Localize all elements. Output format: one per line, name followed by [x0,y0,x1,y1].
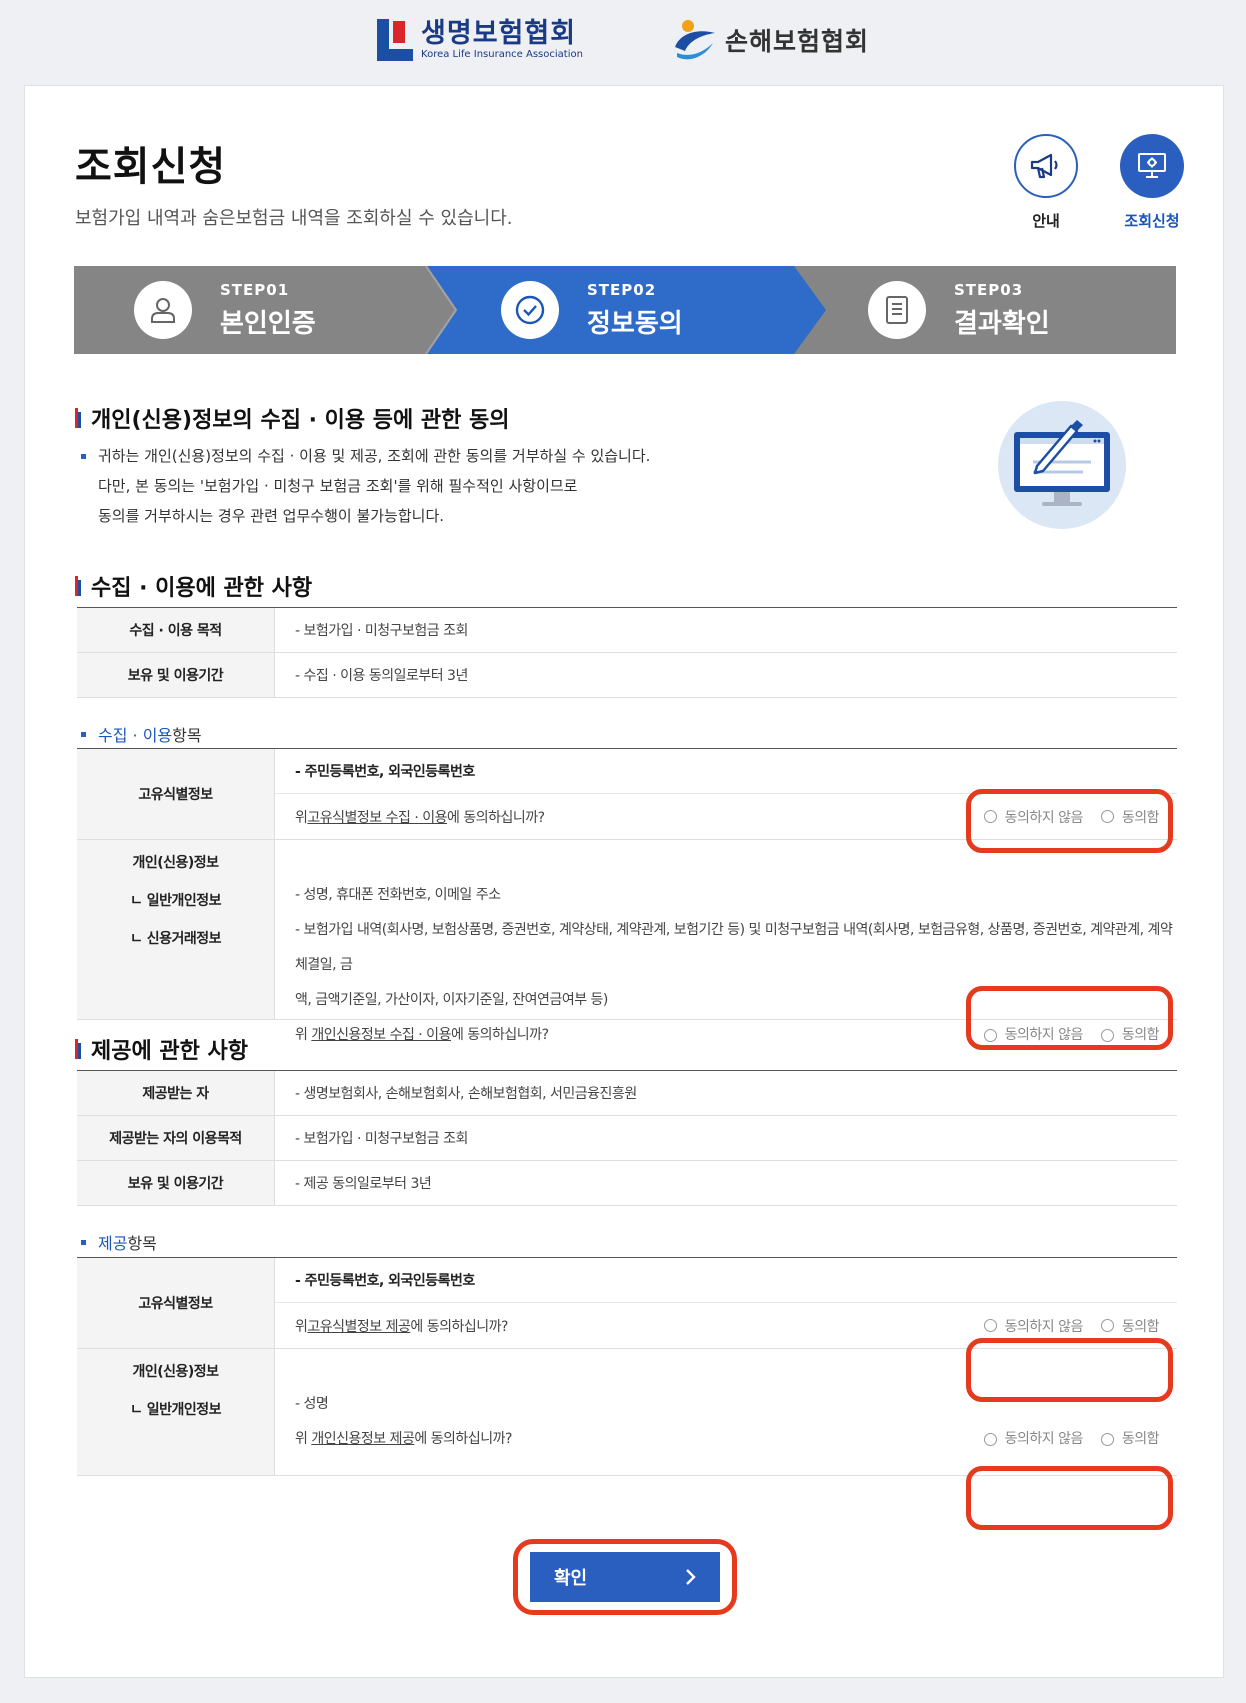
disagree-radio[interactable]: 동의하지 않음 [983,1422,1083,1457]
provide-personal-question: 위 개인신용정보 제공에 동의하십니까? 동의하지 않음 동의함 [295,1422,1177,1457]
step-2: STEP02 정보동의 [501,266,683,354]
table-row: 보유 및 이용기간 - 제공 동의일로부터 3년 [77,1161,1177,1206]
provide-unique-consent: 동의하지 않음 동의함 [983,1316,1177,1336]
table-row: 제공받는 자의 이용목적 - 보험가입 · 미청구보험금 조회 [77,1116,1177,1161]
agree-radio[interactable]: 동의함 [1100,1316,1160,1336]
disagree-radio[interactable]: 동의하지 않음 [983,1316,1083,1336]
radio-icon[interactable] [983,1319,997,1332]
provide-heading: 제공에 관한 사항 [75,1033,248,1065]
table-row: 고유식별정보 - 주민등록번호, 외국인등록번호 위 고유식별정보 제공 에 동의… [77,1258,1177,1349]
highlight-frame [966,789,1173,853]
step-progress: STEP01 본인인증 STEP02 정보동의 STEP03 결과확인 [74,266,1176,354]
highlight-frame [966,986,1173,1050]
table-row: 제공받는 자 - 생명보험회사, 손해보험회사, 손해보험협회, 서민금융진흥원 [77,1071,1177,1116]
bullet-icon [81,731,86,737]
provide-personal-consent: 동의하지 않음 동의함 [983,1422,1177,1457]
provide-purpose-table: 제공받는 자 - 생명보험회사, 손해보험회사, 손해보험협회, 서민금융진흥원… [77,1070,1177,1206]
page-title: 조회신청 [75,144,227,190]
radio-icon[interactable] [1100,1319,1114,1332]
guide-button[interactable]: 안내 [1011,134,1081,231]
nonlife-insurance-logo[interactable]: 손해보험협회 [671,17,869,63]
guide-label: 안내 [1032,212,1060,230]
radio-icon[interactable] [983,1433,997,1446]
check-circle-icon [515,295,545,325]
section-mark-icon [75,408,81,428]
section-mark-icon [75,1039,81,1059]
document-icon [886,296,908,324]
bullet-icon [81,1239,86,1245]
highlight-frame [966,1466,1173,1530]
step-1: STEP01 본인인증 [134,266,316,354]
life-logo-ko: 생명보험협회 [421,18,577,49]
section-mark-icon [75,576,81,596]
step-2-name: 정보동의 [587,308,683,339]
collect-heading: 수집 · 이용에 관한 사항 [75,570,312,602]
bullet-icon [81,454,86,459]
consent-heading: 개인(신용)정보의 수집 · 이용 등에 관한 동의 [75,402,510,434]
radio-icon[interactable] [1100,1433,1114,1446]
top-nav-icons: 안내 조회신청 [1011,134,1187,231]
page-subtitle: 보험가입 내역과 숨은보험금 내역을 조회하실 수 있습니다. [75,208,513,229]
table-row: 수집 · 이용 목적 - 보험가입 · 미청구보험금 조회 [77,608,1177,653]
inquiry-request-label: 조회신청 [1124,212,1180,230]
collect-items-heading: 수집 · 이용 항목 [81,722,202,746]
collect-purpose-table: 수집 · 이용 목적 - 보험가입 · 미청구보험금 조회 보유 및 이용기간 … [77,607,1177,698]
computer-illustration-icon [998,401,1126,529]
highlight-frame [966,1338,1173,1402]
table-row: 보유 및 이용기간 - 수집 · 이용 동의일로부터 3년 [77,653,1177,698]
provide-items-heading: 제공 항목 [81,1230,157,1254]
chevron-right-icon [686,1569,696,1585]
step-3-num: STEP03 [954,280,1024,299]
life-insurance-logo[interactable]: 생명보험협회 Korea Life Insurance Association [377,19,583,61]
main-card: 조회신청 보험가입 내역과 숨은보험금 내역을 조회하실 수 있습니다. 안내 [24,85,1224,1678]
step-1-name: 본인인증 [220,308,316,339]
consent-intro: 귀하는 개인(신용)정보의 수집 · 이용 및 제공, 조회에 관한 동의를 거… [81,441,650,531]
step-2-num: STEP02 [587,280,657,299]
monitor-icon [1138,153,1166,178]
life-logo-en: Korea Life Insurance Association [421,49,583,60]
nonlife-logo-ko: 손해보험협회 [724,27,869,56]
life-insurance-logo-mark [377,19,414,61]
top-logos: 생명보험협회 Korea Life Insurance Association … [0,0,1246,80]
agree-radio[interactable]: 동의함 [1100,1422,1160,1457]
person-icon [151,298,175,323]
megaphone-icon [1030,153,1058,179]
step-1-num: STEP01 [220,280,290,299]
nonlife-insurance-logo-mark [674,20,715,60]
inquiry-request-button[interactable]: 조회신청 [1117,134,1187,231]
step-3-name: 결과확인 [954,308,1050,339]
step-3: STEP03 결과확인 [868,266,1050,354]
confirm-button[interactable]: 확인 [530,1552,720,1602]
